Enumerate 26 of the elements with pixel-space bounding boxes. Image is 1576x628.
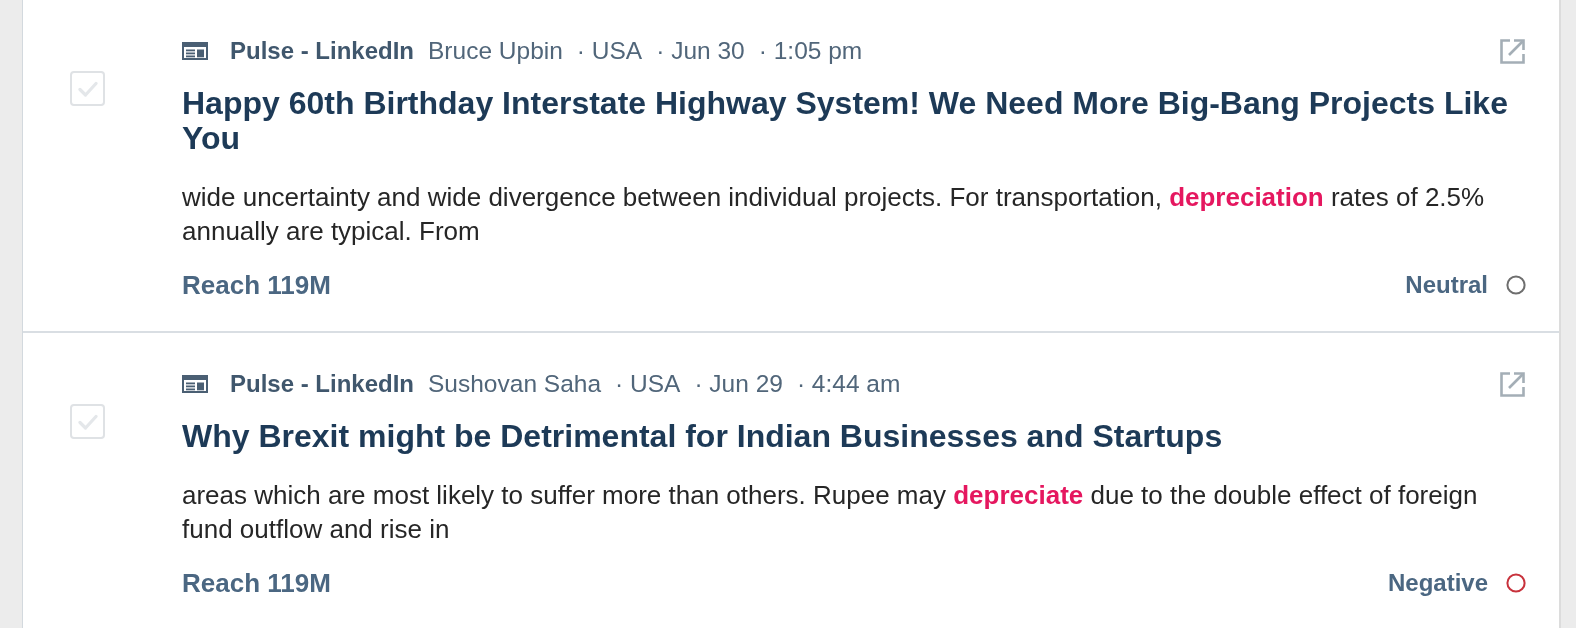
time-label: · 1:05 pm bbox=[758, 37, 863, 65]
time-label: · 4:44 am bbox=[796, 370, 901, 398]
external-link-icon[interactable] bbox=[1499, 370, 1526, 398]
checkbox[interactable] bbox=[70, 404, 105, 439]
article-snippet: areas which are most likely to suffer more than others. Rupee may depreciate due to the double effect of foreign fund outflow and rise in bbox=[182, 479, 1479, 546]
date-label: · Jun 30 bbox=[656, 37, 745, 65]
country-label: · USA bbox=[615, 370, 681, 398]
article-title[interactable]: Why Brexit might be Detrimental for Indian Businesses and Startups bbox=[182, 419, 1526, 454]
checkmark-icon bbox=[77, 80, 98, 97]
checkmark-icon bbox=[77, 413, 98, 430]
reach-label: Reach 119M bbox=[182, 567, 331, 599]
article-title[interactable]: Happy 60th Birthday Interstate Highway System! We Need More Big-Bang Projects Like You bbox=[182, 86, 1526, 156]
newspaper-icon bbox=[182, 375, 208, 393]
source-name: Pulse - LinkedIn bbox=[230, 370, 415, 398]
author-name: Sushovan Saha bbox=[428, 370, 602, 398]
article-snippet: wide uncertainty and wide divergence between individual projects. For transportation, depreciation rates of 2.5% annually are typical. From bbox=[182, 181, 1486, 248]
sentiment-label: Negative bbox=[1387, 569, 1488, 597]
newspaper-icon bbox=[182, 42, 208, 60]
source-name: Pulse - LinkedIn bbox=[230, 37, 415, 65]
country-label: · USA bbox=[576, 37, 643, 65]
reach-label: Reach 119M bbox=[182, 269, 331, 301]
sentiment-label: Neutral bbox=[1405, 271, 1488, 299]
author-name: Bruce Upbin bbox=[428, 37, 563, 65]
checkbox[interactable] bbox=[70, 71, 105, 106]
external-link-icon[interactable] bbox=[1499, 37, 1526, 65]
date-label: · Jun 29 bbox=[694, 370, 783, 398]
